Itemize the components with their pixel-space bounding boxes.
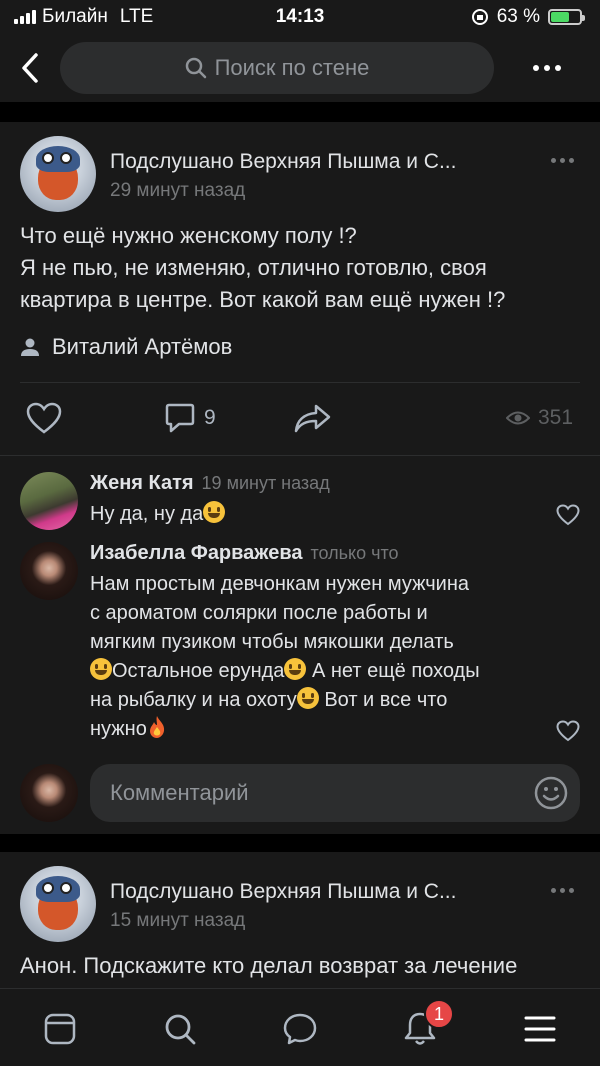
tab-news[interactable]	[40, 1009, 80, 1049]
notification-badge: 1	[424, 999, 454, 1029]
heart-icon	[26, 402, 62, 434]
group-name-link[interactable]: Подслушано Верхняя Пышма и С...	[110, 150, 456, 174]
post-timestamp[interactable]: 29 минут назад	[110, 180, 245, 202]
more-horizontal-icon	[551, 158, 556, 163]
bottom-tab-bar: 1	[0, 988, 600, 1066]
comment-text: Нам простым девчонкам нужен мужчина с ар…	[90, 573, 480, 740]
more-button[interactable]	[494, 34, 600, 102]
grinning-emoji-icon	[296, 687, 319, 709]
post-header: Подслушано Верхняя Пышма и С... 29 минут…	[20, 136, 580, 216]
comment-icon	[165, 403, 195, 433]
user-icon	[21, 338, 39, 356]
wall-search-input[interactable]: Поиск по стене	[60, 42, 494, 94]
network-type: LTE	[119, 6, 154, 27]
post-timestamp[interactable]: 15 минут назад	[110, 910, 245, 932]
post-card: Подслушано Верхняя Пышма и С... 29 минут…	[0, 122, 600, 834]
eye-icon	[506, 411, 530, 425]
status-bar: Билайн LTE 14:13 63 %	[0, 0, 600, 34]
post-author-signature[interactable]: Виталий Артёмов	[20, 334, 232, 360]
carrier-name: Билайн	[42, 6, 108, 27]
post-actions: 9 351	[0, 388, 600, 448]
search-icon	[165, 1014, 196, 1045]
tab-messages[interactable]	[280, 1009, 320, 1049]
tab-menu[interactable]	[520, 1009, 560, 1049]
comment-text: Ну да, ну да	[90, 500, 226, 529]
commenter-name[interactable]: Женя Катя	[90, 472, 194, 494]
comments-button[interactable]: 9	[164, 388, 216, 448]
orientation-lock-icon	[471, 9, 488, 25]
more-horizontal-icon	[533, 65, 539, 71]
comments-count: 9	[204, 406, 216, 429]
comment-timestamp: только что	[310, 543, 399, 563]
comment-like-button[interactable]	[556, 504, 580, 526]
top-nav-bar: Поиск по стене	[0, 34, 600, 102]
comment-item: Изабелла Фарважева только что Нам простым…	[20, 542, 580, 762]
smirk-emoji-icon	[203, 501, 226, 523]
battery-icon	[548, 9, 585, 25]
group-name-link[interactable]: Подслушано Верхняя Пышма и С...	[110, 880, 456, 904]
emoji-picker-icon[interactable]	[534, 776, 568, 810]
divider	[20, 382, 580, 383]
comment-compose: Комментарий	[20, 764, 580, 822]
tab-notifications[interactable]: 1	[400, 999, 454, 1049]
post-text: Что ещё нужно женскому полу !? Я не пью,…	[20, 223, 506, 312]
grinning-emoji-icon	[90, 658, 112, 680]
comment-item: Женя Катя 19 минут назад Ну да, ну да	[20, 472, 580, 534]
comment-input[interactable]: Комментарий	[90, 764, 580, 822]
back-button[interactable]	[0, 34, 60, 102]
search-icon	[185, 57, 206, 79]
post-options-button[interactable]	[551, 888, 574, 893]
commenter-avatar[interactable]	[20, 472, 78, 530]
post-text: Анон. Подскажите кто делал возврат за ле…	[20, 953, 518, 978]
post-options-button[interactable]	[551, 158, 574, 163]
news-icon	[44, 1013, 76, 1045]
messages-icon	[283, 1013, 317, 1045]
my-avatar	[20, 764, 78, 822]
divider	[0, 455, 600, 456]
tab-search[interactable]	[160, 1009, 200, 1049]
menu-icon	[524, 1016, 556, 1042]
share-button[interactable]	[294, 388, 332, 448]
views-count: 351	[538, 406, 574, 429]
post-header: Подслушано Верхняя Пышма и С... 15 минут…	[20, 866, 580, 946]
share-icon	[294, 404, 331, 433]
search-placeholder: Поиск по стене	[214, 55, 370, 80]
views-counter: 351	[506, 388, 573, 448]
more-horizontal-icon	[551, 888, 556, 893]
author-name: Виталий Артёмов	[52, 334, 233, 359]
signal-icon	[14, 10, 36, 24]
group-avatar[interactable]	[20, 136, 96, 212]
commenter-avatar[interactable]	[20, 542, 78, 600]
comment-like-button[interactable]	[556, 720, 580, 742]
battery-percent: 63 %	[496, 6, 540, 27]
chevron-left-icon	[22, 53, 38, 83]
group-avatar[interactable]	[20, 866, 96, 942]
like-button[interactable]	[26, 388, 62, 448]
comment-timestamp: 19 минут назад	[201, 473, 330, 493]
grinning-emoji-icon	[284, 658, 307, 680]
fire-emoji-icon	[149, 716, 164, 738]
commenter-name[interactable]: Изабелла Фарважева	[90, 542, 303, 564]
comment-placeholder: Комментарий	[110, 780, 249, 805]
